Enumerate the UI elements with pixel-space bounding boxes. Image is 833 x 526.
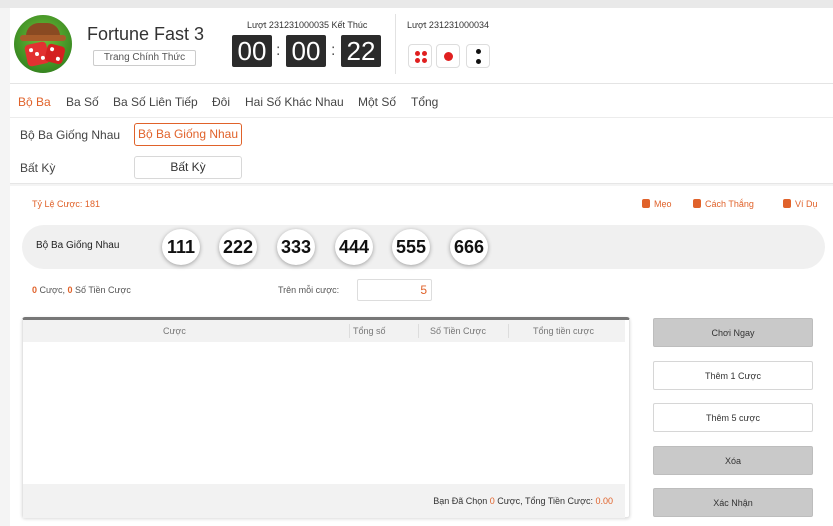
per-bet-input[interactable]: 5 (357, 279, 432, 301)
sub-row-label: Bộ Ba Giống Nhau (20, 128, 121, 142)
option-any[interactable]: Bất Kỳ (134, 156, 242, 179)
tab-ba-so[interactable]: Ba Số (66, 95, 99, 109)
option-same-triple[interactable]: Bộ Ba Giống Nhau (134, 123, 242, 146)
column-divider (418, 324, 419, 338)
sub-option-panel: Bộ Ba Giống Nhau Bộ Ba Giống Nhau Bất Kỳ… (10, 118, 833, 184)
odds-label: Tỷ Lệ Cược: 181 (32, 199, 100, 209)
game-logo (14, 15, 72, 73)
selection-summary: Bạn Đã Chọn 0 Cược, Tổng Tiền Cược: 0.00 (433, 496, 613, 506)
header-divider (395, 14, 396, 74)
number-pick-row: Bộ Ba Giống Nhau 111 222 333 444 555 666 (22, 225, 825, 269)
document-icon (693, 199, 701, 208)
delete-button[interactable]: Xóa (653, 446, 813, 475)
ball-111[interactable]: 111 (162, 229, 200, 265)
ball-333[interactable]: 333 (277, 229, 315, 265)
ball-555[interactable]: 555 (392, 229, 430, 265)
official-page-button[interactable]: Trang Chính Thức (93, 50, 196, 66)
bet-count-summary: 0 Cược, 0 Số Tiền Cược (32, 285, 131, 295)
confirm-button[interactable]: Xác Nhận (653, 488, 813, 517)
tip-link[interactable]: Mẹo (642, 199, 672, 209)
add-one-bet-button[interactable]: Thêm 1 Cược (653, 361, 813, 390)
tab-doi[interactable]: Đôi (212, 95, 230, 109)
top-border (0, 0, 833, 8)
tab-mot-so[interactable]: Một Số (358, 95, 396, 109)
tab-tong[interactable]: Tổng (411, 95, 438, 109)
sub-row-label: Bất Kỳ (20, 161, 56, 175)
table-footer: Bạn Đã Chọn 0 Cược, Tổng Tiền Cược: 0.00 (23, 484, 625, 518)
column-divider (349, 324, 350, 338)
add-five-bets-button[interactable]: Thêm 5 cược (653, 403, 813, 432)
play-now-button[interactable]: Chơi Ngay (653, 318, 813, 347)
timer-separator: : (331, 42, 336, 59)
hat-brim-shape (20, 35, 66, 41)
column-divider (508, 324, 509, 338)
example-link[interactable]: Ví Dụ (783, 199, 818, 209)
lightbulb-icon (642, 199, 650, 208)
timer-minutes: 00 (286, 35, 326, 67)
pick-row-label: Bộ Ba Giống Nhau (36, 240, 120, 251)
timer-seconds: 22 (341, 35, 381, 67)
table-header: Cược Tổng số Số Tiền Cược Tổng tiền cược (23, 320, 625, 342)
result-die-1-icon (436, 44, 460, 68)
result-die-4-icon (408, 44, 432, 68)
timer-separator: : (276, 42, 281, 59)
game-title: Fortune Fast 3 (87, 24, 205, 44)
bet-type-tabs: Bộ Ba Ba Số Ba Số Liên Tiếp Đôi Hai Số K… (10, 84, 833, 118)
ball-666[interactable]: 666 (450, 229, 488, 265)
how-to-win-link[interactable]: Cách Thắng (693, 199, 754, 209)
column-header: Tổng tiền cược (533, 326, 594, 336)
last-round-label: Lượt 231231000034 (407, 20, 489, 30)
bet-list-table: Cược Tổng số Số Tiền Cược Tổng tiền cược… (22, 317, 630, 518)
ball-444[interactable]: 444 (335, 229, 373, 265)
current-round-label: Lượt 231231000035 Kết Thúc (247, 20, 368, 30)
column-header: Tổng số (353, 326, 386, 336)
tab-bo-ba[interactable]: Bộ Ba (18, 95, 51, 109)
per-bet-label: Trên mỗi cược: (278, 285, 340, 295)
game-header: Fortune Fast 3 Trang Chính Thức Lượt 231… (10, 8, 833, 84)
tab-ba-so-lien-tiep[interactable]: Ba Số Liên Tiếp (113, 95, 198, 109)
column-header: Số Tiền Cược (430, 326, 486, 336)
result-die-2-icon (466, 44, 490, 68)
copy-icon (783, 199, 791, 208)
column-header: Cược (163, 326, 186, 336)
bet-panel: Tỷ Lệ Cược: 181 Mẹo Cách Thắng Ví Dụ Bộ … (10, 186, 833, 526)
timer-hours: 00 (232, 35, 272, 67)
tab-hai-so-khac-nhau[interactable]: Hai Số Khác Nhau (245, 95, 344, 109)
ball-222[interactable]: 222 (219, 229, 257, 265)
